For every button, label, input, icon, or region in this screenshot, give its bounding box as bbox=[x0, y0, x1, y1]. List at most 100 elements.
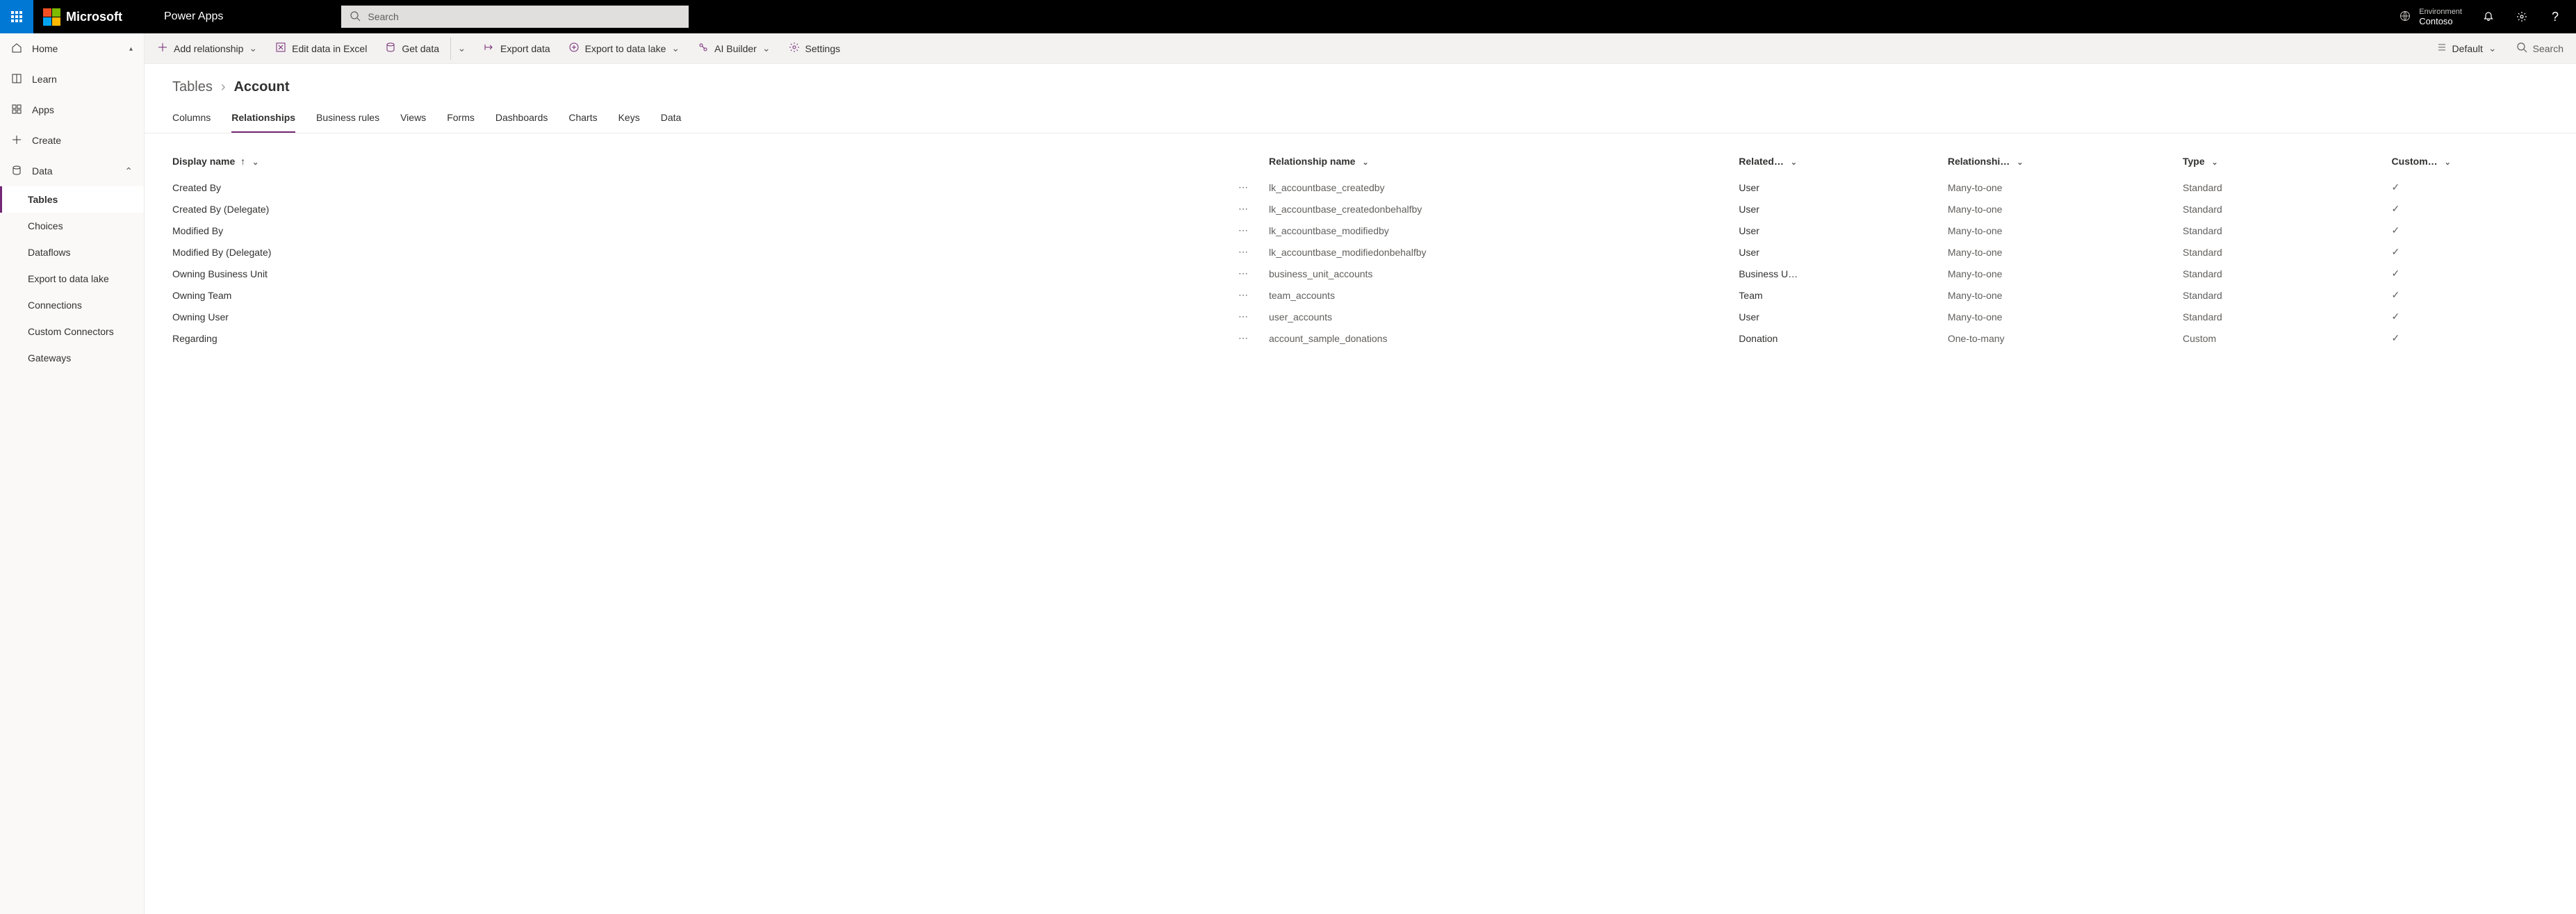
cmd-label: Settings bbox=[805, 43, 841, 54]
global-search-input[interactable]: Search bbox=[341, 6, 689, 28]
tab-charts[interactable]: Charts bbox=[568, 108, 597, 133]
tab-forms[interactable]: Forms bbox=[447, 108, 475, 133]
side-navigation: Home ▴ Learn Apps Create Data ⌃ Tables C… bbox=[0, 33, 145, 914]
table-row[interactable]: Created By⋯lk_accountbase_createdbyUserM… bbox=[172, 177, 2548, 198]
tab-views[interactable]: Views bbox=[400, 108, 426, 133]
nav-connections[interactable]: Connections bbox=[0, 292, 144, 318]
chevron-down-icon: ⌄ bbox=[2212, 158, 2218, 167]
cell-related: Business U… bbox=[1739, 263, 1948, 284]
table-row[interactable]: Regarding⋯account_sample_donationsDonati… bbox=[172, 327, 2548, 349]
nav-apps[interactable]: Apps bbox=[0, 95, 144, 125]
search-placeholder: Search bbox=[368, 11, 398, 22]
search-icon bbox=[2516, 42, 2527, 55]
settings-cmd-button[interactable]: Settings bbox=[782, 38, 848, 60]
row-actions-button[interactable]: ⋯ bbox=[1165, 177, 1269, 198]
table-search-input[interactable]: Search bbox=[2509, 42, 2570, 55]
nav-label: Dataflows bbox=[28, 247, 70, 258]
search-placeholder: Search bbox=[2533, 43, 2563, 54]
cell-reltype: Many-to-one bbox=[1948, 241, 2183, 263]
cell-type: Standard bbox=[2183, 241, 2392, 263]
tab-relationships[interactable]: Relationships bbox=[231, 108, 295, 133]
apps-icon bbox=[11, 104, 22, 117]
nav-label: Create bbox=[32, 135, 61, 146]
row-actions-button[interactable]: ⋯ bbox=[1165, 220, 1269, 241]
cell-relname: business_unit_accounts bbox=[1269, 263, 1739, 284]
row-actions-button[interactable]: ⋯ bbox=[1165, 306, 1269, 327]
cell-relname: lk_accountbase_modifiedonbehalfby bbox=[1269, 241, 1739, 263]
chevron-down-icon: ⌄ bbox=[2017, 158, 2023, 167]
cell-display: Owning User bbox=[172, 306, 1165, 327]
help-button[interactable]: ? bbox=[2540, 0, 2570, 33]
col-relationship-name[interactable]: Relationship name ⌄ bbox=[1269, 150, 1739, 177]
cell-relname: lk_accountbase_modifiedby bbox=[1269, 220, 1739, 241]
nav-label: Data bbox=[32, 165, 53, 177]
chevron-down-icon: ⌄ bbox=[1791, 158, 1797, 167]
view-selector[interactable]: Default ⌄ bbox=[2429, 38, 2504, 60]
relationships-table: Display name ↑ ⌄ Relationship name ⌄ Rel… bbox=[172, 150, 2548, 349]
col-display-name[interactable]: Display name ↑ ⌄ bbox=[172, 150, 1165, 177]
microsoft-logo: Microsoft bbox=[43, 8, 122, 26]
export-lake-button[interactable]: Export to data lake ⌄ bbox=[561, 38, 687, 60]
chevron-down-icon: ⌄ bbox=[458, 42, 466, 54]
notifications-button[interactable] bbox=[2473, 0, 2504, 33]
get-data-split-button[interactable]: ⌄ bbox=[450, 38, 473, 60]
row-actions-button[interactable]: ⋯ bbox=[1165, 263, 1269, 284]
nav-tables[interactable]: Tables bbox=[0, 186, 144, 213]
ai-builder-button[interactable]: AI Builder ⌄ bbox=[691, 38, 777, 60]
relationships-table-wrapper: Display name ↑ ⌄ Relationship name ⌄ Rel… bbox=[145, 133, 2576, 914]
top-header: Microsoft Power Apps Search Environment … bbox=[0, 0, 2576, 33]
col-custom[interactable]: Custom… ⌄ bbox=[2392, 150, 2548, 177]
table-row[interactable]: Owning Team⋯team_accountsTeamMany-to-one… bbox=[172, 284, 2548, 306]
table-row[interactable]: Modified By (Delegate)⋯lk_accountbase_mo… bbox=[172, 241, 2548, 263]
row-actions-button[interactable]: ⋯ bbox=[1165, 241, 1269, 263]
get-data-button[interactable]: Get data bbox=[378, 38, 446, 60]
cmd-label: AI Builder bbox=[714, 43, 757, 54]
add-relationship-button[interactable]: Add relationship ⌄ bbox=[150, 38, 264, 60]
col-type[interactable]: Type ⌄ bbox=[2183, 150, 2392, 177]
nav-choices[interactable]: Choices bbox=[0, 213, 144, 239]
cell-reltype: One-to-many bbox=[1948, 327, 2183, 349]
export-data-button[interactable]: Export data bbox=[477, 38, 557, 60]
col-label: Relationship name bbox=[1269, 156, 1355, 167]
tab-data[interactable]: Data bbox=[661, 108, 682, 133]
tab-columns[interactable]: Columns bbox=[172, 108, 211, 133]
nav-custom-connectors[interactable]: Custom Connectors bbox=[0, 318, 144, 345]
app-title: Power Apps bbox=[164, 10, 223, 23]
table-row[interactable]: Owning User⋯user_accountsUserMany-to-one… bbox=[172, 306, 2548, 327]
export-icon bbox=[484, 42, 495, 55]
tab-keys[interactable]: Keys bbox=[618, 108, 640, 133]
cell-related: User bbox=[1739, 198, 1948, 220]
table-row[interactable]: Owning Business Unit⋯business_unit_accou… bbox=[172, 263, 2548, 284]
settings-button[interactable] bbox=[2507, 0, 2537, 33]
cell-type: Standard bbox=[2183, 177, 2392, 198]
cell-reltype: Many-to-one bbox=[1948, 198, 2183, 220]
breadcrumb-root[interactable]: Tables bbox=[172, 79, 213, 95]
nav-data[interactable]: Data ⌃ bbox=[0, 156, 144, 186]
cmd-label: Add relationship bbox=[174, 43, 243, 54]
row-actions-button[interactable]: ⋯ bbox=[1165, 284, 1269, 306]
environment-picker[interactable]: Environment Contoso bbox=[2388, 8, 2473, 26]
nav-label: Custom Connectors bbox=[28, 326, 114, 337]
table-row[interactable]: Created By (Delegate)⋯lk_accountbase_cre… bbox=[172, 198, 2548, 220]
nav-gateways[interactable]: Gateways bbox=[0, 345, 144, 371]
table-row[interactable]: Modified By⋯lk_accountbase_modifiedbyUse… bbox=[172, 220, 2548, 241]
chevron-down-icon: ⌄ bbox=[252, 158, 259, 167]
col-related[interactable]: Related… ⌄ bbox=[1739, 150, 1948, 177]
app-launcher-button[interactable] bbox=[0, 0, 33, 33]
nav-create[interactable]: Create bbox=[0, 125, 144, 156]
nav-label: Tables bbox=[28, 194, 58, 205]
tab-business-rules[interactable]: Business rules bbox=[316, 108, 379, 133]
nav-learn[interactable]: Learn bbox=[0, 64, 144, 95]
col-relationship-type[interactable]: Relationshi… ⌄ bbox=[1948, 150, 2183, 177]
globe-icon bbox=[2399, 10, 2411, 24]
cell-type: Standard bbox=[2183, 220, 2392, 241]
cell-custom: ✓ bbox=[2392, 263, 2548, 284]
edit-excel-button[interactable]: Edit data in Excel bbox=[268, 38, 374, 60]
tab-bar: Columns Relationships Business rules Vie… bbox=[145, 102, 2576, 133]
nav-dataflows[interactable]: Dataflows bbox=[0, 239, 144, 266]
row-actions-button[interactable]: ⋯ bbox=[1165, 327, 1269, 349]
row-actions-button[interactable]: ⋯ bbox=[1165, 198, 1269, 220]
nav-export-lake[interactable]: Export to data lake bbox=[0, 266, 144, 292]
tab-dashboards[interactable]: Dashboards bbox=[495, 108, 548, 133]
nav-home[interactable]: Home ▴ bbox=[0, 33, 144, 64]
